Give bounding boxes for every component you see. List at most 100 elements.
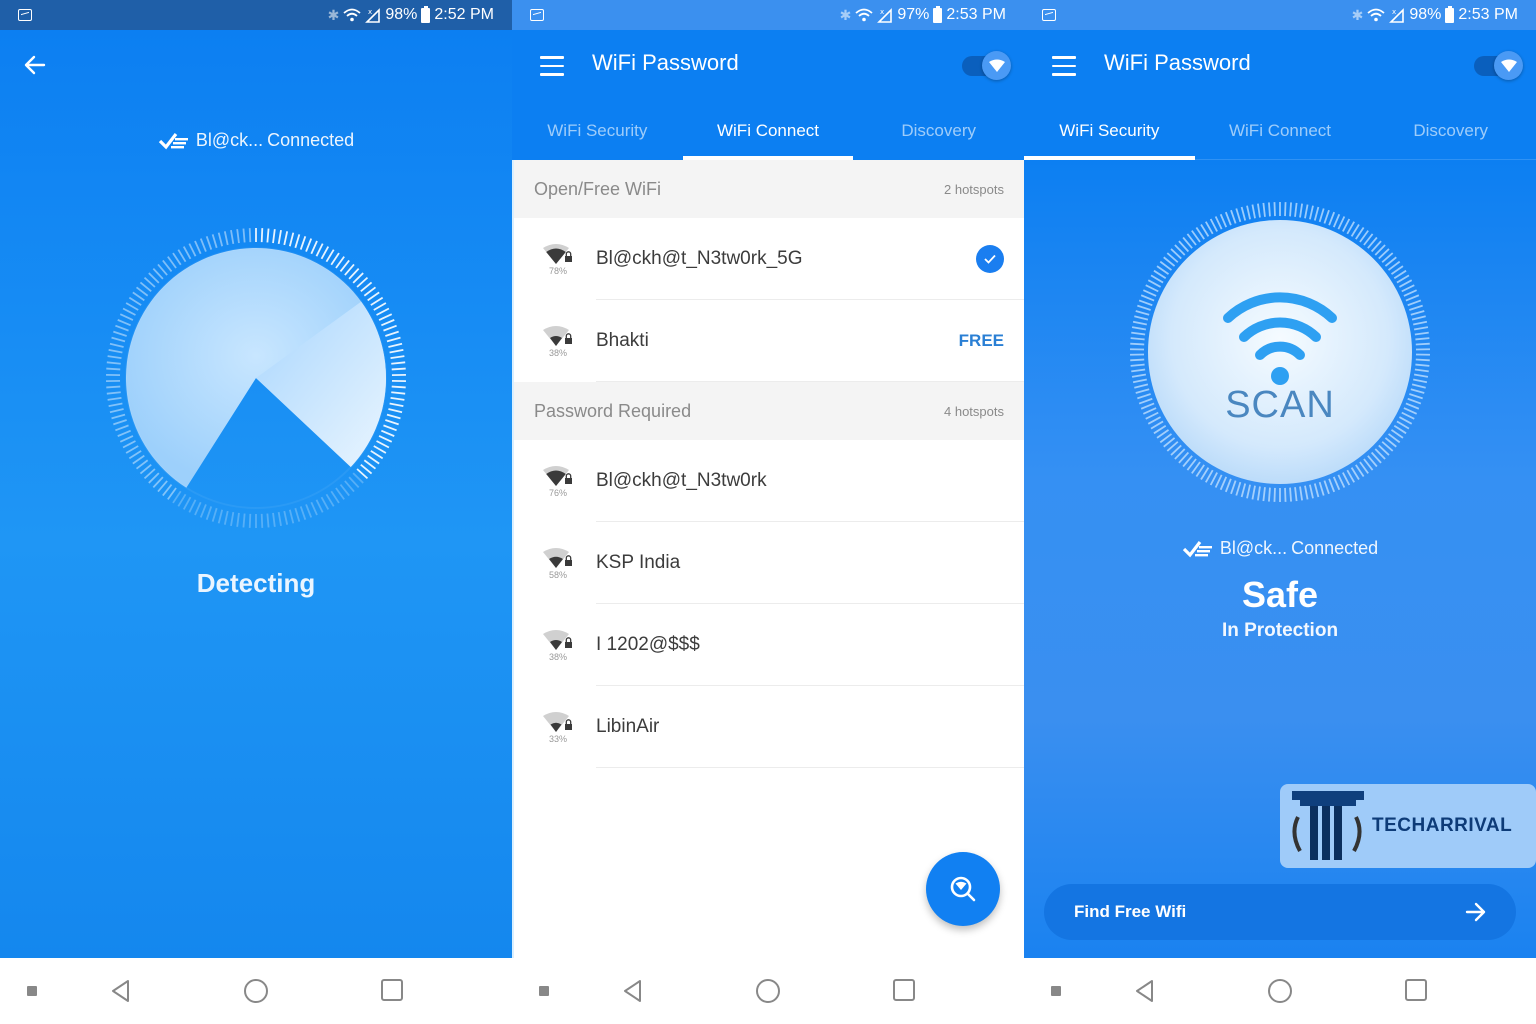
nav-home-icon[interactable] xyxy=(1268,979,1292,1003)
search-wifi-icon xyxy=(950,876,976,902)
wifi-signal-lock-icon xyxy=(543,629,572,650)
wifi-toggle[interactable] xyxy=(1472,50,1526,80)
arrow-right-icon xyxy=(1465,902,1486,922)
nav-recents-icon[interactable] xyxy=(893,979,915,1001)
signal-percent: 58% xyxy=(548,569,567,580)
cell-signal-icon: x xyxy=(1389,8,1405,23)
network-row[interactable]: 58% KSP India xyxy=(514,522,1024,604)
watermark-text: TECHARRIVAL xyxy=(1372,815,1513,836)
wifi-signal-lock-icon xyxy=(543,325,572,346)
network-row[interactable]: 38% I 1202@$$$ xyxy=(514,604,1024,686)
nav-back-icon[interactable] xyxy=(1132,978,1158,1004)
tab-discovery[interactable]: Discovery xyxy=(1365,114,1536,160)
toggle-thumb xyxy=(1494,51,1523,80)
nav-home-icon[interactable] xyxy=(756,979,780,1003)
network-name: KSP India xyxy=(596,552,681,573)
battery-percent: 97% xyxy=(897,6,930,23)
connected-check-icon xyxy=(976,245,1004,273)
tab-wifi-connect[interactable]: WiFi Connect xyxy=(1195,114,1366,160)
tab-wifi-connect[interactable]: WiFi Connect xyxy=(682,114,854,160)
status-bar: ✱ x 98% 2:53 PM xyxy=(1024,0,1536,30)
section-header-password: Password Required 4 hotspots xyxy=(514,382,1024,440)
clock: 2:53 PM xyxy=(946,6,1006,23)
connected-check-icon xyxy=(158,132,188,149)
nav-home-icon[interactable] xyxy=(244,979,268,1003)
connection-status: Bl@ck... Connected xyxy=(0,130,512,151)
connected-check-icon xyxy=(1182,540,1212,557)
battery-percent: 98% xyxy=(385,6,418,23)
wifi-signal-lock-icon xyxy=(543,711,572,732)
tab-discovery[interactable]: Discovery xyxy=(853,114,1024,160)
wifi-signal-lock-icon xyxy=(543,547,572,568)
svg-text:x: x xyxy=(368,8,372,16)
signal-indicator: 38% xyxy=(514,629,596,662)
nav-back-icon[interactable] xyxy=(620,978,646,1004)
network-name: Bl@ckh@t_N3tw0rk xyxy=(596,470,767,491)
find-free-wifi-label: Find Free Wifi xyxy=(1074,902,1187,921)
nav-dot-icon[interactable] xyxy=(539,986,549,996)
cell-signal-icon: x xyxy=(365,8,381,23)
battery-icon xyxy=(933,5,943,23)
network-row[interactable]: 38% Bhakti FREE xyxy=(514,300,1024,382)
network-row[interactable]: 76% Bl@ckh@t_N3tw0rk xyxy=(514,440,1024,522)
system-nav-bar xyxy=(0,958,512,1024)
signal-percent: 78% xyxy=(548,265,567,276)
signal-indicator: 38% xyxy=(514,325,596,358)
gallery-notification-icon xyxy=(530,9,544,21)
signal-indicator: 76% xyxy=(514,465,596,498)
system-nav-bar xyxy=(1024,958,1536,1024)
status-bar: ✱ x 98% 2:52 PM xyxy=(0,0,512,30)
signal-indicator: 78% xyxy=(514,243,596,276)
detecting-body: Bl@ck... Connected Detecting xyxy=(0,30,512,958)
techarrival-logo-icon xyxy=(1292,791,1364,860)
clock: 2:52 PM xyxy=(434,6,494,23)
nav-recents-icon[interactable] xyxy=(1405,979,1427,1001)
svg-text:x: x xyxy=(1392,8,1396,16)
network-list: Open/Free WiFi 2 hotspots 78% Bl@ckh@t_N… xyxy=(512,160,1024,958)
scan-fab-button[interactable] xyxy=(926,852,1000,926)
nav-dot-icon[interactable] xyxy=(1051,986,1061,996)
clock: 2:53 PM xyxy=(1458,6,1518,23)
wifi-wedge-icon xyxy=(1500,59,1517,72)
scan-button[interactable] xyxy=(1128,200,1432,504)
network-name: Bl@ckh@t_N3tw0rk_5G xyxy=(596,248,803,269)
scan-label: SCAN xyxy=(1225,384,1335,426)
connected-ssid: Bl@ck... xyxy=(195,130,264,150)
wifi-signal-lock-icon xyxy=(543,243,572,264)
hamburger-menu-icon[interactable] xyxy=(540,56,564,76)
security-body: SCAN Bl@ck... Connected Safe In Protecti… xyxy=(1024,160,1536,958)
nav-back-icon[interactable] xyxy=(108,978,134,1004)
network-name: LibinAir xyxy=(596,716,660,737)
bluetooth-icon: ✱ xyxy=(1351,6,1364,23)
back-arrow-icon[interactable] xyxy=(22,52,48,78)
svg-text:x: x xyxy=(880,8,884,16)
network-row[interactable]: 33% LibinAir xyxy=(514,686,1024,768)
status-bar: ✱ x 97% 2:53 PM xyxy=(512,0,1024,30)
wifi-toggle[interactable] xyxy=(960,50,1014,80)
toggle-thumb xyxy=(982,51,1011,80)
signal-indicator: 33% xyxy=(514,711,596,744)
nav-recents-icon[interactable] xyxy=(381,979,403,1001)
signal-percent: 76% xyxy=(548,487,567,498)
app-bar: WiFi Password WiFi Security WiFi Connect… xyxy=(1024,30,1536,160)
bluetooth-icon: ✱ xyxy=(327,6,340,23)
wifi-status-icon xyxy=(343,8,361,22)
system-nav-bar xyxy=(512,958,1024,1024)
tab-wifi-security[interactable]: WiFi Security xyxy=(1024,114,1195,160)
cell-signal-icon: x xyxy=(877,8,893,23)
battery-percent: 98% xyxy=(1409,6,1442,23)
signal-percent: 33% xyxy=(548,733,567,744)
wifi-signal-lock-icon xyxy=(543,465,572,486)
tab-bar: WiFi Security WiFi Connect Discovery xyxy=(512,114,1024,160)
hamburger-menu-icon[interactable] xyxy=(1052,56,1076,76)
section-title: Password Required xyxy=(534,400,692,421)
hotspot-count: 2 hotspots xyxy=(944,181,1004,197)
wifi-wedge-icon xyxy=(988,59,1005,72)
section-title: Open/Free WiFi xyxy=(534,178,662,199)
network-row[interactable]: 78% Bl@ckh@t_N3tw0rk_5G xyxy=(514,218,1024,300)
tab-wifi-security[interactable]: WiFi Security xyxy=(512,114,683,160)
section-header-open: Open/Free WiFi 2 hotspots xyxy=(514,160,1024,218)
find-free-wifi-button[interactable]: Find Free Wifi xyxy=(1044,884,1516,940)
nav-dot-icon[interactable] xyxy=(27,986,37,996)
network-name: Bhakti xyxy=(596,330,649,351)
